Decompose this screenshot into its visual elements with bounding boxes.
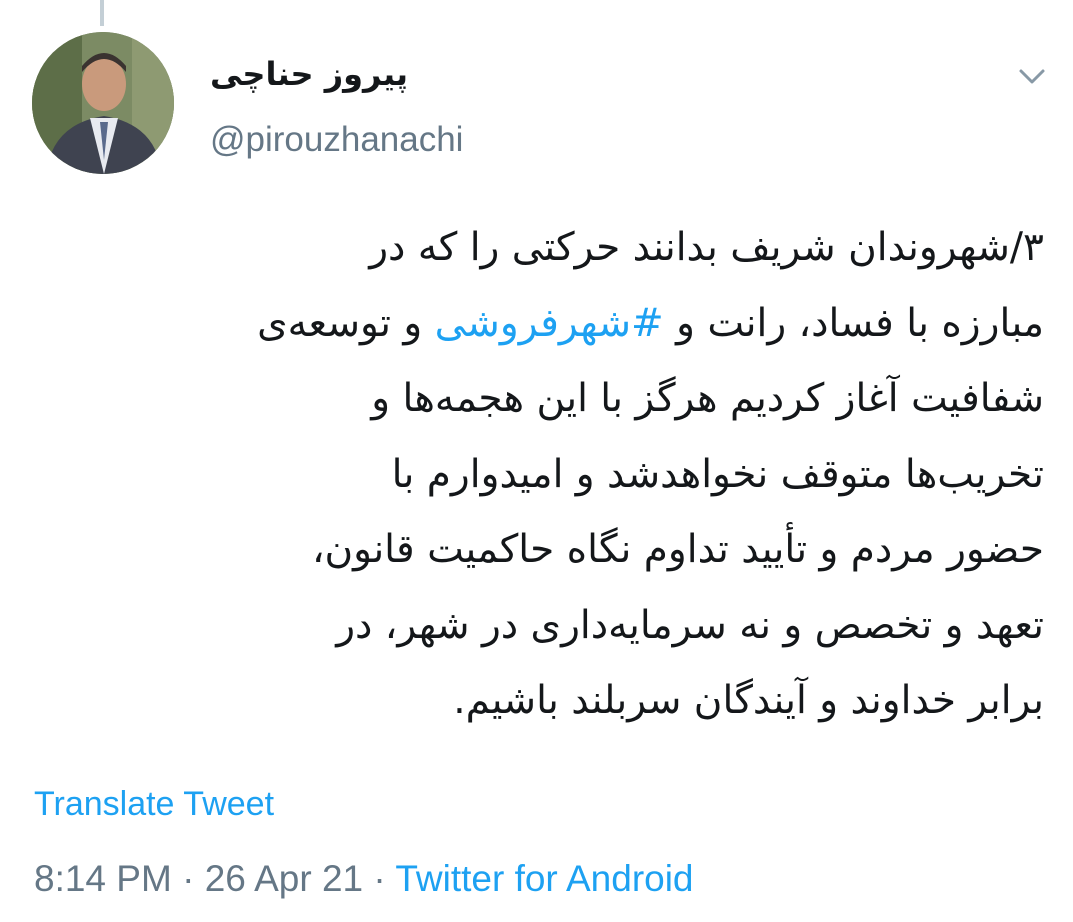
tweet-line: شفافیت آغاز کردیم هرگز با این هجمه‌ها و: [371, 376, 1044, 421]
author-name[interactable]: پیروز حناچی: [210, 52, 408, 96]
tweet-time[interactable]: 8:14 PM: [34, 858, 172, 899]
tweet-date[interactable]: 26 Apr 21: [205, 858, 363, 899]
tweet-line-with-hashtag: مبارزه با فساد، رانت و #شهرفروشی و توسعه…: [32, 286, 1044, 362]
tweet-text: ۳/شهروندان شریف بدانند حرکتی را که در مب…: [32, 210, 1044, 739]
chevron-down-icon[interactable]: [1016, 60, 1048, 92]
tweet-source-link[interactable]: Twitter for Android: [395, 858, 693, 899]
tweet-line: ۳/شهروندان شریف بدانند حرکتی را که در: [369, 225, 1044, 270]
tweet-line: تعهد و تخصص و نه سرمایه‌داری در شهر، در: [336, 602, 1044, 648]
author-handle[interactable]: @pirouzhanachi: [210, 118, 463, 162]
tweet-meta: 8:14 PM · 26 Apr 21 · Twitter for Androi…: [34, 856, 694, 902]
meta-separator: ·: [182, 858, 195, 899]
tweet-line-segment: و توسعه‌ی: [257, 300, 435, 346]
avatar[interactable]: [32, 32, 174, 174]
meta-separator: ·: [373, 858, 386, 899]
tweet-line-segment: مبارزه با فساد، رانت و: [663, 300, 1044, 346]
avatar-photo: [32, 32, 174, 174]
tweet-line: حضور مردم و تأیید تداوم نگاه حاکمیت قانو…: [311, 527, 1044, 572]
thread-connector-line: [100, 0, 104, 26]
translate-tweet-link[interactable]: Translate Tweet: [34, 782, 274, 826]
tweet-line: برابر خداوند و آیندگان سربلند باشیم.: [453, 678, 1044, 723]
tweet-line: تخریب‌ها متوقف نخواهدشد و امیدوارم با: [391, 451, 1044, 497]
hashtag-link[interactable]: #شهرفروشی: [435, 301, 664, 346]
